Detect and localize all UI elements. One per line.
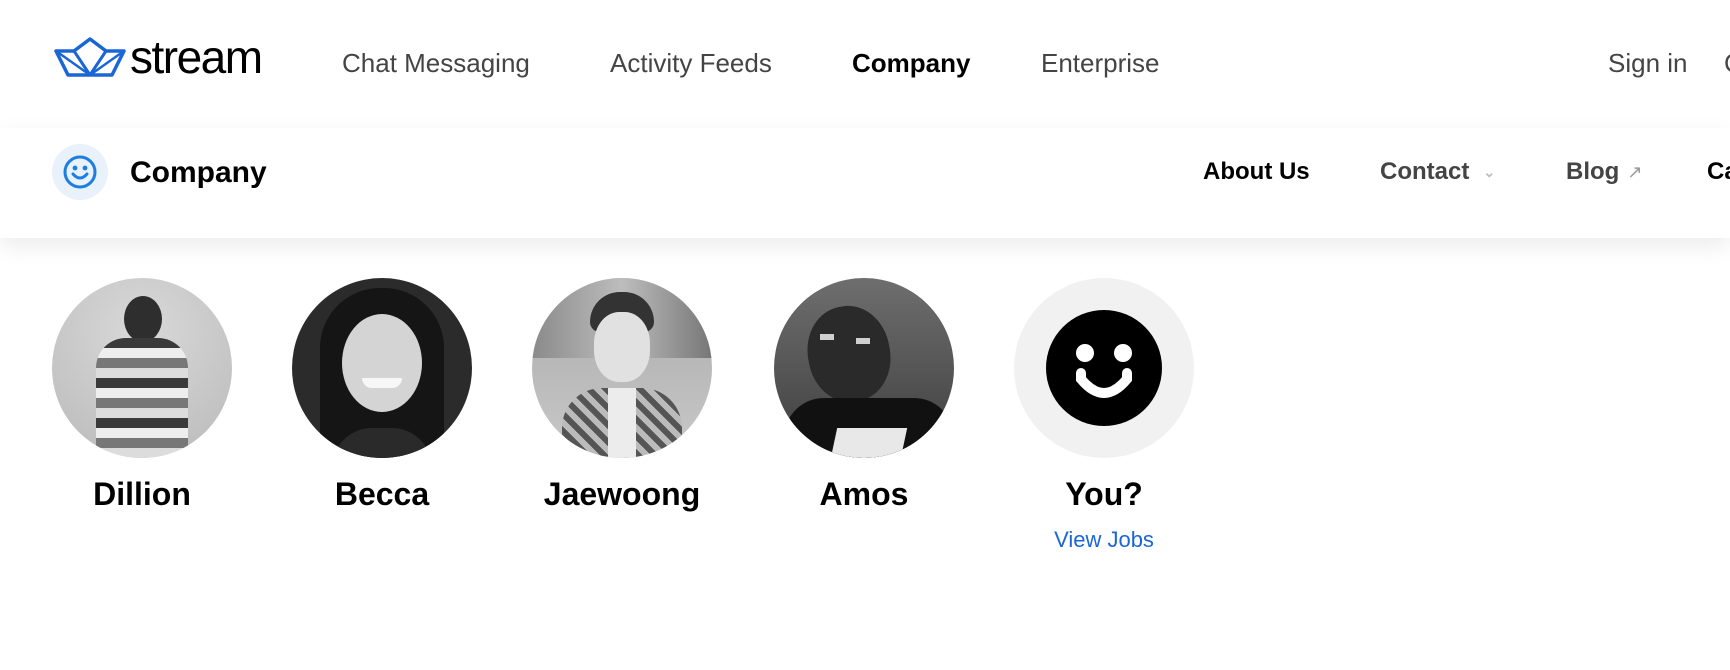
smiley-icon — [52, 144, 108, 200]
avatar — [532, 278, 712, 458]
nav-company[interactable]: Company — [852, 48, 970, 79]
team-member: Dillion — [52, 278, 232, 513]
smiley-face-icon — [1046, 310, 1162, 426]
nav-chat-messaging[interactable]: Chat Messaging — [342, 48, 530, 79]
member-name: Amos — [819, 476, 909, 512]
avatar — [52, 278, 232, 458]
team-member-you: You? View Jobs — [1014, 278, 1194, 553]
avatar — [292, 278, 472, 458]
stream-logo[interactable]: stream — [54, 31, 263, 83]
team-member: Amos — [774, 278, 954, 513]
subnav-blog[interactable]: Blog ↗ — [1566, 158, 1642, 186]
team-member: Jaewoong — [532, 278, 712, 513]
subnav-cutoff-link[interactable]: Ca — [1707, 158, 1730, 186]
team-member: Becca — [292, 278, 472, 513]
avatar — [774, 278, 954, 458]
boat-logo-icon — [54, 37, 126, 77]
member-name: Dillion — [93, 476, 191, 512]
subnav-blog-label: Blog — [1566, 158, 1620, 185]
subnav-contact[interactable]: Contact ⌄ — [1380, 158, 1495, 186]
nav-activity-feeds[interactable]: Activity Feeds — [610, 48, 772, 79]
nav-enterprise[interactable]: Enterprise — [1041, 48, 1160, 79]
avatar — [1014, 278, 1194, 458]
subnav-about-us-label: About Us — [1203, 158, 1310, 185]
nav-cutoff-button[interactable]: C — [1724, 48, 1730, 79]
view-jobs-link[interactable]: View Jobs — [1014, 527, 1194, 553]
sign-in-link[interactable]: Sign in — [1608, 48, 1688, 79]
member-name: You? — [1065, 476, 1143, 512]
external-link-icon: ↗ — [1627, 161, 1643, 182]
section-title: Company — [130, 156, 267, 189]
chevron-down-icon: ⌄ — [1483, 163, 1496, 180]
top-navigation: stream Chat Messaging Activity Feeds Com… — [0, 0, 1730, 128]
section-subnav: Company About Us Contact ⌄ Blog ↗ Ca — [0, 128, 1730, 238]
member-name: Becca — [334, 476, 430, 512]
subnav-contact-label: Contact — [1380, 158, 1470, 185]
team-grid: Dillion Becca Jaewoong Amos You? View Jo… — [0, 238, 1730, 670]
member-name: Jaewoong — [543, 476, 701, 512]
subnav-about-us[interactable]: About Us — [1203, 158, 1310, 186]
logo-wordmark: stream — [130, 31, 263, 83]
